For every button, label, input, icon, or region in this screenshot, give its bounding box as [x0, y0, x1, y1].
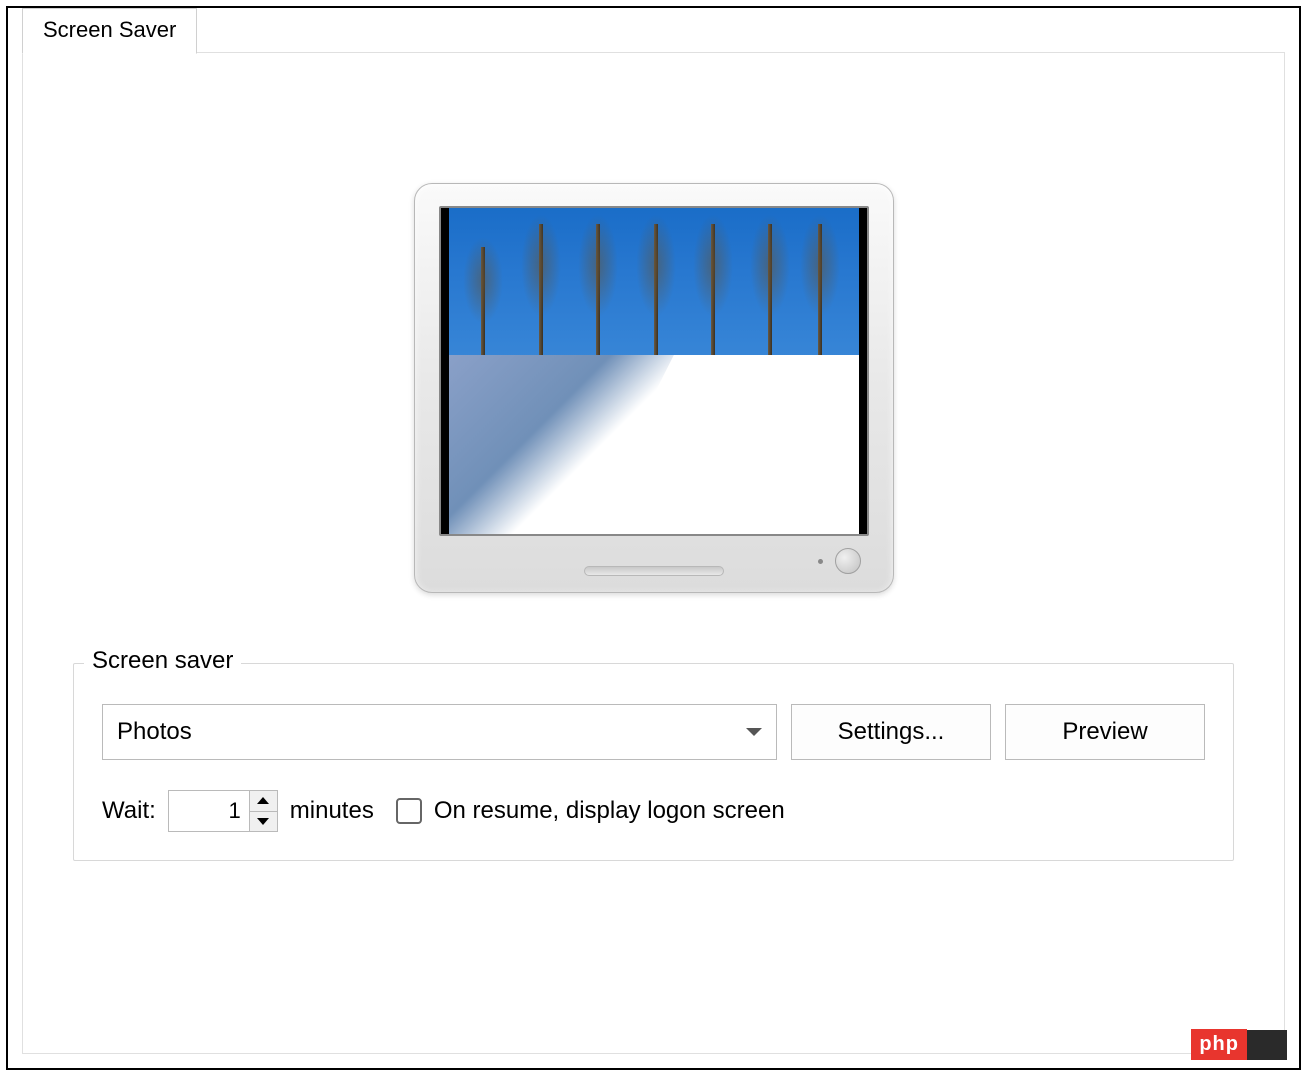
- button-label: Settings...: [838, 718, 945, 745]
- photo-tree: [768, 224, 772, 371]
- photo-tree: [481, 247, 485, 371]
- arrow-down-icon: [257, 818, 269, 825]
- preview-button[interactable]: Preview: [1005, 704, 1205, 760]
- saver-select-row: Photos Settings... Preview: [102, 704, 1205, 760]
- monitor-body: [414, 183, 894, 593]
- photo-tree: [654, 224, 658, 371]
- screen-saver-dropdown[interactable]: Photos: [102, 704, 777, 760]
- resume-logon-label: On resume, display logon screen: [434, 797, 785, 825]
- photo-tree: [596, 224, 600, 371]
- button-label: Preview: [1062, 718, 1147, 745]
- dropdown-value: Photos: [117, 718, 192, 746]
- resume-logon-checkbox[interactable]: [396, 798, 422, 824]
- tab-screen-saver[interactable]: Screen Saver: [22, 8, 197, 54]
- spinner-down-button[interactable]: [250, 812, 277, 832]
- photo-tree: [539, 224, 543, 371]
- monitor-notch: [584, 566, 724, 576]
- photo-tree: [711, 224, 715, 371]
- monitor-preview: [414, 183, 894, 603]
- monitor-led: [818, 559, 823, 564]
- chevron-down-icon: [746, 728, 762, 736]
- php-badge-dark: [1247, 1030, 1287, 1060]
- group-label: Screen saver: [84, 647, 241, 675]
- wait-row: Wait: minutes On resume, display logon s…: [102, 790, 1205, 832]
- settings-button[interactable]: Settings...: [791, 704, 991, 760]
- arrow-up-icon: [257, 797, 269, 804]
- preview-photo: [449, 208, 859, 534]
- wait-spinner[interactable]: [168, 790, 278, 832]
- minutes-label: minutes: [290, 797, 374, 825]
- wait-input[interactable]: [169, 791, 249, 831]
- tab-content: Screen saver Photos Settings... Preview …: [22, 52, 1285, 1054]
- screen-saver-group: Screen saver Photos Settings... Preview …: [73, 663, 1234, 861]
- monitor-power-button: [835, 548, 861, 574]
- php-watermark: php: [1191, 1029, 1287, 1060]
- spinner-up-button[interactable]: [250, 791, 277, 812]
- tab-label: Screen Saver: [43, 17, 176, 42]
- spinner-buttons: [249, 791, 277, 831]
- wait-label: Wait:: [102, 797, 156, 825]
- screen-saver-dialog: Screen Saver: [6, 6, 1301, 1070]
- monitor-screen: [439, 206, 869, 536]
- php-badge-text: php: [1191, 1029, 1247, 1060]
- photo-tree: [818, 224, 822, 371]
